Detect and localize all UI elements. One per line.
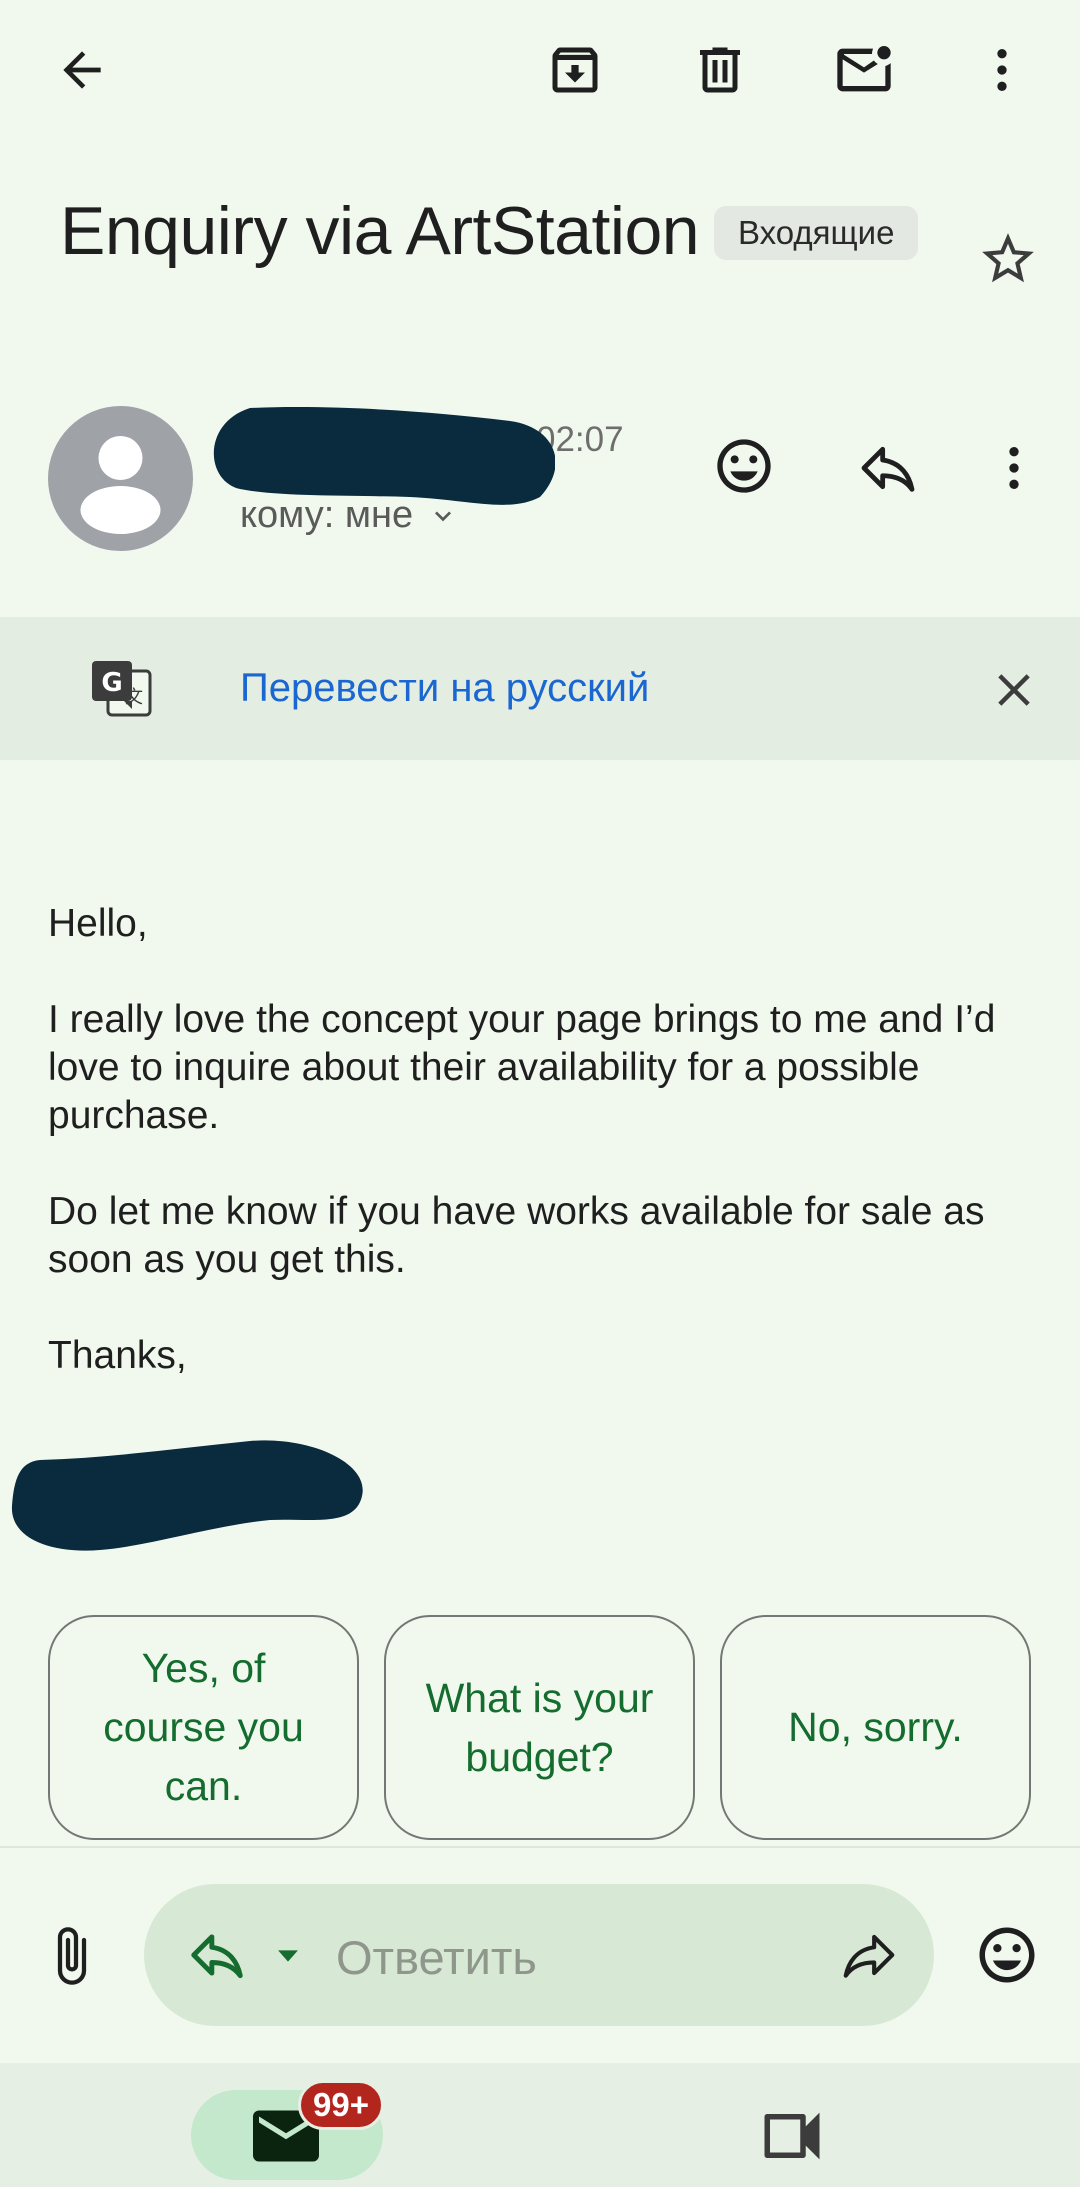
reply-field[interactable] [144, 1884, 934, 2026]
archive-icon[interactable] [535, 30, 615, 110]
bottom-navigation [0, 2063, 1080, 2187]
mark-unread-icon[interactable] [824, 30, 904, 110]
more-vert-icon[interactable] [976, 428, 1052, 508]
smart-reply-chip[interactable]: Yes, of course you can. [48, 1615, 359, 1840]
body-greeting: Hello, [48, 902, 148, 945]
smart-reply-chip[interactable]: What is your budget? [384, 1615, 695, 1840]
attach-icon[interactable] [40, 1916, 104, 1996]
video-call-icon[interactable] [758, 2106, 826, 2166]
avatar[interactable] [48, 406, 193, 551]
divider [0, 1846, 1080, 1848]
chevron-down-icon [435, 510, 452, 521]
more-vert-icon[interactable] [962, 30, 1042, 110]
emoji-icon[interactable] [706, 428, 782, 504]
forward-icon[interactable] [836, 1924, 902, 1986]
smart-reply-chip[interactable]: No, sorry. [720, 1615, 1031, 1840]
translate-icon: G 文 [86, 655, 156, 725]
unread-count-badge: 99+ [298, 2080, 384, 2130]
email-subject: Enquiry via ArtStation [60, 193, 700, 269]
close-icon[interactable] [980, 656, 1048, 724]
reply-placeholder[interactable]: Ответить [336, 1930, 537, 1985]
body-paragraph: I really love the concept your page brin… [48, 998, 996, 1137]
email-body: Hello, I really love the concept your pa… [48, 900, 1048, 1428]
back-arrow-icon[interactable] [42, 30, 122, 110]
inbox-label-badge[interactable]: Входящие [714, 206, 919, 260]
svg-text:文: 文 [125, 687, 143, 708]
recipient-toggle[interactable]: кому: мне [240, 494, 459, 537]
recipient-label: кому: мне [240, 494, 414, 536]
emoji-icon[interactable] [972, 1920, 1042, 1990]
body-signoff: Thanks, [48, 1334, 187, 1377]
svg-text:G: G [101, 668, 122, 698]
translate-link[interactable]: Перевести на русский [240, 666, 649, 711]
dropdown-caret-icon[interactable] [268, 1938, 308, 1974]
body-paragraph: Do let me know if you have works availab… [48, 1190, 985, 1281]
star-icon[interactable] [968, 224, 1048, 294]
sender-name-redaction [213, 407, 555, 505]
reply-icon[interactable] [848, 428, 928, 508]
avatar-icon [80, 436, 161, 534]
signature-redaction [11, 1440, 363, 1551]
reply-icon[interactable] [184, 1924, 250, 1986]
delete-icon[interactable] [680, 30, 760, 110]
